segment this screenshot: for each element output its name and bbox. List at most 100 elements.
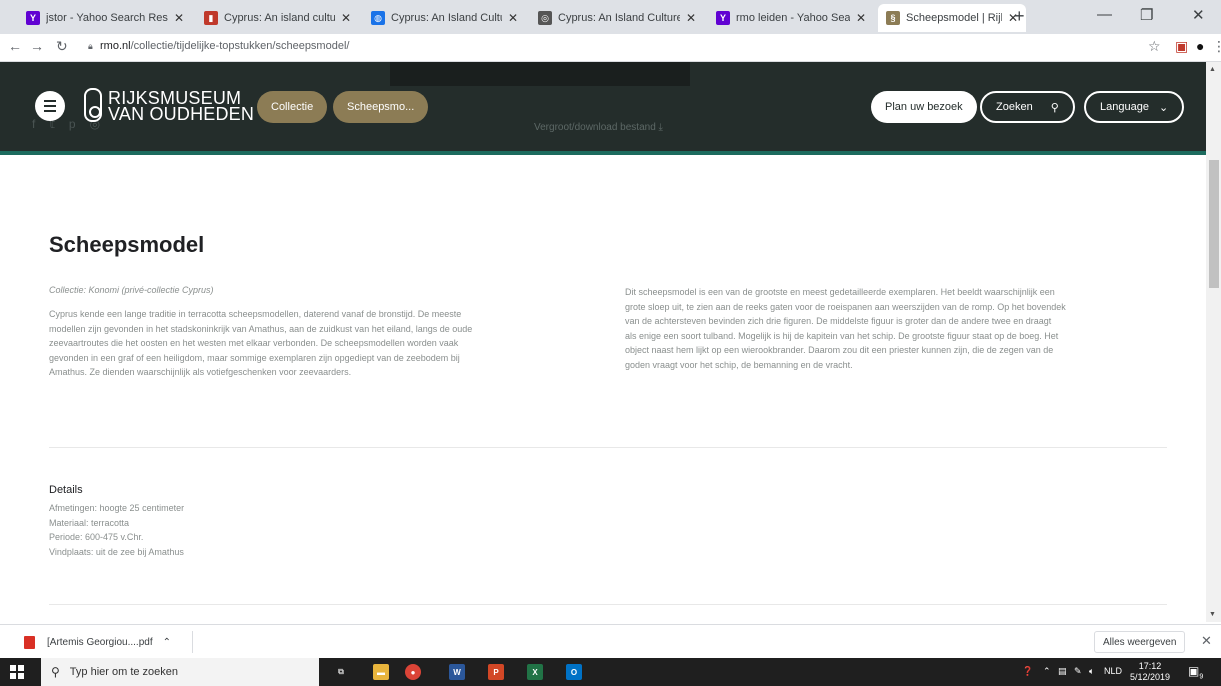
reload-icon[interactable]: ↻	[56, 38, 68, 55]
tab-title: Scheepsmodel | Rijksmuseu	[906, 12, 1002, 24]
description-line: als enige een soort tulband. Mogelijk is…	[625, 330, 1059, 341]
tab-close-icon[interactable]: ✕	[856, 11, 866, 25]
volume-icon[interactable]: 🔈︎	[1089, 666, 1094, 677]
page-scrollbar[interactable]	[1206, 62, 1221, 622]
file-explorer-icon[interactable]: ▬	[373, 664, 389, 680]
lock-icon[interactable]: 🔒︎	[88, 41, 93, 52]
tab-close-icon[interactable]: ✕	[341, 11, 351, 25]
browser-menu-icon[interactable]: ⋮	[1212, 38, 1221, 55]
forward-icon[interactable]: →	[30, 38, 44, 54]
section-divider-bottom	[49, 604, 1167, 605]
tab-favicon-icon: Y	[26, 11, 40, 25]
system-clock[interactable]: 17:12 5/12/2019	[1130, 661, 1170, 683]
tab-title: Cyprus: An Island Culture	[558, 12, 680, 24]
detail-item: Periode: 600-475 v.Chr.	[49, 532, 144, 542]
tab-favicon-icon: ▮	[204, 11, 218, 25]
description-line: Amathus. Ze dienden waarschijnlijk als v…	[49, 367, 352, 377]
download-shelf: [Artemis Georgiou....pdf ⌃ Alles weergev…	[0, 624, 1221, 658]
new-tab-button[interactable]: +	[1014, 6, 1025, 27]
close-shelf-icon[interactable]: ✕	[1201, 633, 1212, 649]
browser-tab[interactable]: Yrmo leiden - Yahoo Search R ✕	[708, 4, 874, 32]
powerpoint-icon[interactable]: P	[488, 664, 504, 680]
description-line: modellen zijn gevonden in het stadskonin…	[49, 323, 473, 334]
task-view-icon[interactable]: ⧉	[333, 664, 349, 680]
language-button[interactable]: Language ⌄	[1084, 91, 1185, 123]
collection-note: Collectie: Konomi (privé-collectie Cypru…	[49, 285, 214, 295]
browser-toolbar: ← → ↻ 🔒︎ rmo.nl/collectie/tijdelijke-top…	[0, 34, 1221, 62]
detail-item: Materiaal: terracotta	[49, 517, 130, 528]
download-image-link[interactable]: Vergroot/download bestand ⤓	[534, 122, 663, 133]
help-icon[interactable]: ❓	[1022, 666, 1033, 677]
header-accent-stripe	[0, 151, 1206, 155]
tray-chevron-icon[interactable]: ⌃	[1043, 666, 1051, 677]
menu-button[interactable]	[35, 91, 65, 121]
browser-tab-strip: Yjstor - Yahoo Search Results ✕ ▮ Cyprus: A…	[0, 0, 1221, 34]
details-heading: Details	[49, 484, 83, 496]
tab-favicon-icon: Y	[716, 11, 730, 25]
chrome-icon[interactable]: ●	[405, 664, 421, 680]
browser-tab[interactable]: §Scheepsmodel | Rijksmuseu✕	[878, 4, 1026, 32]
windows-start-icon[interactable]	[10, 665, 24, 679]
bookmark-star-icon[interactable]: ☆	[1148, 38, 1161, 55]
scrollbar-thumb[interactable]	[1209, 160, 1219, 288]
chevron-down-icon: ⌄	[1158, 101, 1169, 114]
image-overlay-bar	[390, 62, 690, 86]
search-icon: ⚲	[1050, 101, 1059, 114]
tab-favicon-icon: ◍	[371, 11, 385, 25]
tab-favicon-icon: §	[886, 11, 900, 25]
description-line: grote sloep uit, te zien aan de reeks ga…	[625, 301, 1066, 312]
browser-tab[interactable]: ▮ Cyprus: An island culture: So ✕	[196, 4, 359, 32]
maximize-button[interactable]: ❐	[1140, 6, 1153, 24]
extension-icon[interactable]: ▣	[1175, 38, 1188, 55]
description-line: object naast hem lijkt op een wierookbra…	[625, 345, 1054, 355]
address-bar[interactable]: rmo.nl/collectie/tijdelijke-topstukken/s…	[100, 40, 349, 52]
download-item[interactable]: [Artemis Georgiou....pdf ⌃	[24, 636, 171, 649]
tab-close-icon[interactable]: ✕	[174, 11, 184, 25]
windows-taskbar: ⚲ Typ hier om te zoeken ⧉ ▬ ● W P X O ❓ …	[0, 658, 1221, 686]
plan-visit-button[interactable]: Plan uw bezoek	[871, 91, 977, 123]
search-icon: ⚲	[51, 665, 60, 679]
tab-close-icon[interactable]: ✕	[686, 11, 696, 25]
tab-title: jstor - Yahoo Search Results	[46, 12, 168, 24]
excel-icon[interactable]: X	[527, 664, 543, 680]
browser-tab[interactable]: Yjstor - Yahoo Search Results ✕	[18, 4, 192, 32]
tab-favicon-icon: ◎	[538, 11, 552, 25]
tab-close-icon[interactable]: ✕	[508, 11, 518, 25]
tab-title: Cyprus: An Island Culture: Sc	[391, 12, 502, 24]
browser-tab[interactable]: ◍ Cyprus: An Island Culture: Sc ✕	[363, 4, 526, 32]
browser-tab[interactable]: ◎ Cyprus: An Island Culture ✕	[530, 4, 704, 32]
pdf-file-icon	[24, 636, 35, 649]
scroll-down-arrow[interactable]: ▼	[1209, 611, 1216, 618]
description-left: Cyprus kende een lange traditie in terra…	[49, 307, 472, 380]
search-button[interactable]: Zoeken ⚲	[980, 91, 1075, 123]
minimize-button[interactable]: —	[1097, 6, 1112, 23]
section-divider	[49, 447, 1167, 448]
description-line: gevonden in een graf of een heiligdom, m…	[49, 352, 460, 363]
scroll-up-arrow[interactable]: ▲	[1209, 66, 1216, 73]
description-line: Dit scheepsmodel is een van de grootste …	[625, 287, 1055, 297]
notification-icon[interactable]: ▣9	[1188, 664, 1203, 680]
close-window-button[interactable]: ✕	[1192, 6, 1205, 24]
pen-icon[interactable]: ✎	[1074, 666, 1082, 677]
page-title: Scheepsmodel	[49, 232, 205, 257]
description-line: goden vraagt voor het schip, de bemannin…	[625, 359, 853, 370]
breadcrumb-scheepsmodel[interactable]: Scheepsmo...	[333, 91, 429, 123]
description-line: van de achtersteven bevinden zich drie f…	[625, 316, 1052, 326]
back-icon[interactable]: ←	[8, 38, 22, 54]
museum-logo-text[interactable]: RIJKSMUSEUM VAN OUDHEDEN	[108, 89, 254, 123]
language-indicator[interactable]: NLD	[1104, 666, 1122, 676]
profile-avatar[interactable]: ●	[1196, 38, 1204, 54]
taskbar-search-input[interactable]: ⚲ Typ hier om te zoeken	[41, 658, 319, 686]
show-all-downloads-button[interactable]: Alles weergeven	[1094, 631, 1186, 653]
word-icon[interactable]: W	[449, 664, 465, 680]
outlook-icon[interactable]: O	[566, 664, 582, 680]
chevron-up-icon[interactable]: ⌃	[163, 637, 171, 648]
breadcrumb-collectie[interactable]: Collectie	[257, 91, 328, 123]
network-icon[interactable]: ▤	[1058, 666, 1067, 677]
detail-item: Afmetingen: hoogte 25 centimeter	[49, 503, 185, 513]
description-line: Cyprus kende een lange traditie in terra…	[49, 309, 462, 319]
museum-logo-icon[interactable]	[84, 88, 102, 122]
details-list: Afmetingen: hoogte 25 centimeter Materiaa…	[49, 501, 184, 559]
detail-item: Vindplaats: uit de zee bij Amathus	[49, 546, 184, 557]
tab-title: rmo leiden - Yahoo Search R	[736, 12, 850, 24]
